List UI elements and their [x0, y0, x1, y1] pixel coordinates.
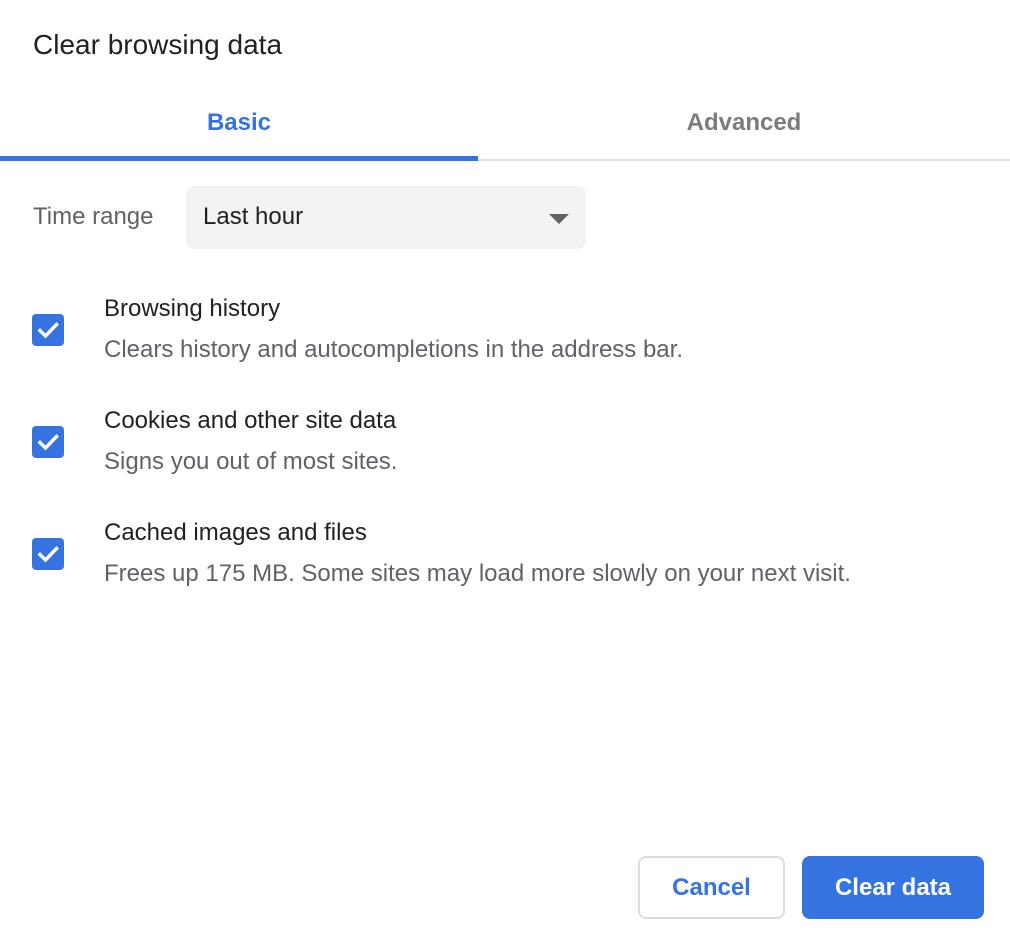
cancel-button[interactable]: Cancel [638, 856, 785, 919]
time-range-select[interactable]: Last hour [186, 186, 586, 249]
option-cached-files: Cached images and files Frees up 175 MB.… [0, 514, 1010, 604]
item-title: Cached images and files [104, 519, 367, 546]
time-range-label: Time range [33, 203, 154, 230]
item-description: Signs you out of most sites. [104, 448, 398, 475]
item-description: Frees up 175 MB. Some sites may load mor… [104, 560, 851, 587]
active-tab-indicator [0, 156, 478, 161]
item-description: Clears history and autocompletions in th… [104, 336, 683, 363]
dialog-title: Clear browsing data [33, 29, 283, 60]
option-browsing-history: Browsing history Clears history and auto… [0, 290, 1010, 380]
checkmark-icon [37, 434, 59, 451]
dropdown-arrow-icon [549, 214, 569, 224]
browsing-history-checkbox[interactable] [32, 314, 64, 346]
clear-data-button[interactable]: Clear data [802, 856, 984, 919]
tab-advanced[interactable]: Advanced [478, 88, 1010, 158]
checkmark-icon [37, 322, 59, 339]
option-cookies: Cookies and other site data Signs you ou… [0, 402, 1010, 492]
time-range-value: Last hour [203, 203, 304, 230]
item-title: Browsing history [104, 295, 281, 322]
checkmark-icon [37, 546, 59, 563]
item-title: Cookies and other site data [104, 407, 397, 434]
cached-files-checkbox[interactable] [32, 538, 64, 570]
tab-basic[interactable]: Basic [0, 88, 478, 158]
tab-bar: Basic Advanced [0, 88, 1010, 162]
cookies-checkbox[interactable] [32, 426, 64, 458]
